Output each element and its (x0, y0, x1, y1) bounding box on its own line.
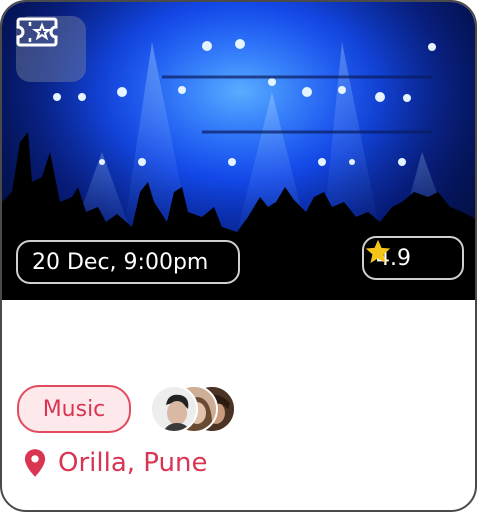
event-hero-image: 20 Dec, 9:00pm 4.9 (2, 2, 475, 300)
location-text: Orilla, Pune (58, 448, 208, 478)
category-tag[interactable]: Music (17, 385, 131, 433)
attendee-avatars[interactable] (150, 385, 240, 433)
ticket-star-icon (16, 17, 58, 47)
avatar (150, 385, 198, 433)
event-date-text: 20 Dec, 9:00pm (32, 249, 209, 275)
star-icon (365, 239, 391, 264)
ticket-button[interactable] (16, 16, 86, 82)
event-date-badge: 20 Dec, 9:00pm (16, 240, 240, 284)
event-location: Orilla, Pune (24, 448, 207, 478)
category-label: Music (42, 396, 106, 422)
event-card[interactable]: 20 Dec, 9:00pm 4.9 Music Orilla, Pune (0, 0, 477, 512)
map-pin-icon (24, 449, 46, 477)
rating-badge: 4.9 (362, 236, 464, 280)
